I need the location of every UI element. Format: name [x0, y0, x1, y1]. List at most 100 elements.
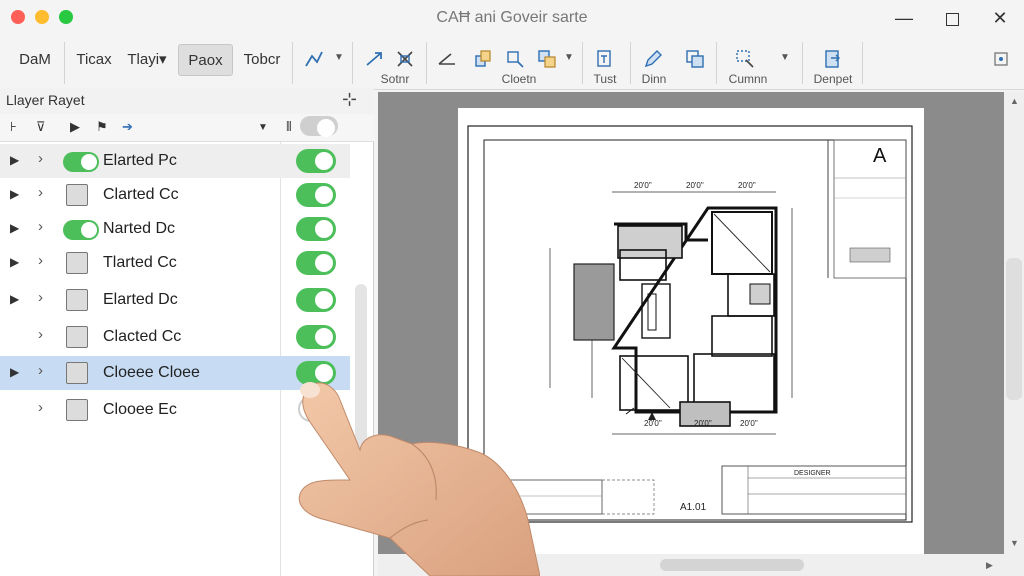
tab-tobcr[interactable]: Tobcr — [237, 44, 287, 76]
tab-paox[interactable]: Paox — [178, 44, 233, 76]
layer-row[interactable]: ▶ › Elarted Dc — [0, 283, 350, 317]
toolbar-separator — [582, 42, 583, 84]
play-icon[interactable]: ▶ — [10, 187, 19, 201]
viewcube-icon[interactable] — [990, 48, 1012, 70]
toolbar-separator — [352, 42, 353, 84]
toolbar-separator — [292, 42, 293, 84]
play-icon[interactable]: ▶ — [10, 255, 19, 269]
scroll-right-icon[interactable]: ▶ — [986, 560, 993, 571]
layer-name: Clacted Cc — [103, 328, 182, 345]
master-visibility-toggle[interactable] — [300, 116, 338, 137]
layer-state-icon[interactable]: ⚑ — [96, 119, 108, 135]
scroll-up-icon[interactable]: ▲ — [1010, 96, 1019, 106]
layer-panel-header: Llayer Rayet ⊹ — [0, 88, 374, 114]
tab-layer[interactable]: Tlayi▾ — [122, 44, 172, 76]
block-icon[interactable] — [536, 48, 558, 70]
layer-row[interactable]: ▶ › Clarted Cc — [0, 178, 350, 212]
chevron-right-icon[interactable]: › — [38, 252, 43, 269]
select-window-icon[interactable] — [734, 48, 756, 70]
duplicate-icon[interactable] — [684, 48, 706, 70]
layer-row[interactable]: ▶ › Narted Dc — [0, 212, 350, 246]
visibility-toggle[interactable] — [296, 325, 336, 349]
toolbar-separator — [630, 42, 631, 84]
scroll-down-icon[interactable]: ▼ — [1010, 538, 1019, 548]
chevron-right-icon[interactable]: › — [38, 218, 43, 235]
group-label-denpet: Denpet — [813, 72, 853, 86]
cad-app-window: CAĦ ani Goveir sarte — ✕ DaM Ticax Tlayi… — [0, 0, 1024, 576]
move-icon[interactable] — [504, 48, 526, 70]
layer-checkbox[interactable] — [66, 399, 88, 421]
hand-pointer-icon — [298, 382, 540, 576]
toolbar-separator — [64, 42, 65, 84]
columns-icon[interactable]: ⦀ — [286, 119, 292, 135]
minimize-button[interactable]: — — [884, 4, 924, 32]
trim-icon[interactable] — [394, 48, 416, 70]
maximize-button[interactable] — [932, 4, 972, 32]
filter-icon[interactable]: ⊽ — [36, 119, 46, 135]
svg-text:20'0": 20'0" — [738, 181, 756, 190]
chevron-down-icon[interactable]: ▼ — [334, 52, 344, 63]
layer-row[interactable]: ▶ › Tlarted Cc — [0, 246, 350, 280]
svg-text:20'0": 20'0" — [644, 419, 662, 428]
chevron-right-icon[interactable]: › — [38, 150, 43, 167]
layer-name: Clarted Cc — [103, 186, 179, 203]
layer-name: Cloeee Cloee — [103, 364, 200, 381]
toolbar-separator — [426, 42, 427, 84]
layer-name: Narted Dc — [103, 220, 176, 237]
toolbar-separator — [862, 42, 863, 84]
window-title: CAĦ ani Goveir sarte — [436, 9, 588, 26]
chevron-right-icon[interactable]: › — [38, 326, 43, 343]
tab-dam[interactable]: DaM — [10, 44, 60, 76]
layer-on-toggle[interactable] — [63, 220, 99, 240]
chevron-right-icon[interactable]: › — [38, 362, 43, 379]
chevron-down-icon[interactable]: ▼ — [564, 52, 574, 63]
play-icon[interactable]: ▶ — [10, 221, 19, 235]
chevron-right-icon[interactable]: › — [38, 289, 43, 306]
copy-icon[interactable] — [472, 48, 494, 70]
visibility-toggle[interactable] — [296, 149, 336, 173]
layer-on-toggle[interactable] — [63, 152, 99, 172]
chevron-right-icon[interactable]: › — [38, 184, 43, 201]
horizontal-scroll-thumb[interactable] — [660, 559, 804, 571]
visibility-toggle[interactable] — [296, 251, 336, 275]
toolbar-separator — [716, 42, 717, 84]
new-layer-icon[interactable]: ⊦ — [10, 119, 17, 135]
play-icon[interactable]: ▶ — [10, 153, 19, 167]
group-label-dinn: Dinn — [641, 72, 667, 86]
layer-checkbox[interactable] — [66, 326, 88, 348]
pencil-icon[interactable] — [642, 48, 664, 70]
visibility-toggle[interactable] — [296, 288, 336, 312]
angle-icon[interactable] — [436, 48, 458, 70]
chevron-down-icon[interactable]: ▼ — [780, 52, 790, 63]
visibility-toggle[interactable] — [296, 183, 336, 207]
export-icon[interactable] — [822, 48, 844, 70]
chevron-right-icon[interactable]: › — [38, 399, 43, 416]
layer-checkbox[interactable] — [66, 252, 88, 274]
group-label-cumnn: Cumnn — [728, 72, 768, 86]
layer-panel-tools: ⊦ ⊽ ▶ ⚑ ➔ ▼ ⦀ — [0, 114, 374, 142]
chevron-down-icon[interactable]: ▼ — [258, 122, 268, 133]
vertical-scroll-thumb[interactable] — [1006, 258, 1022, 400]
play-icon[interactable]: ▶ — [10, 292, 19, 306]
layer-checkbox[interactable] — [66, 289, 88, 311]
arrow-right-icon[interactable]: ➔ — [122, 119, 133, 135]
play-icon[interactable]: ▶ — [70, 119, 80, 135]
polyline-icon[interactable] — [303, 48, 325, 70]
visibility-toggle[interactable] — [296, 217, 336, 241]
canvas-vertical-scrollbar[interactable]: ▲ ▼ — [1004, 92, 1024, 554]
pin-icon[interactable]: ⊹ — [342, 89, 357, 110]
maximize-icon — [945, 12, 959, 26]
text-tool-icon[interactable] — [594, 48, 616, 70]
layer-checkbox[interactable] — [66, 184, 88, 206]
play-icon[interactable]: ▶ — [10, 365, 19, 379]
toolbar-separator — [802, 42, 803, 84]
close-button[interactable]: ✕ — [980, 4, 1020, 32]
layer-row[interactable]: ▶ › Elarted Pc — [0, 144, 350, 178]
layer-panel-title: Llayer Rayet — [6, 92, 85, 108]
arrow-tool-icon[interactable] — [364, 48, 386, 70]
svg-text:20'0": 20'0" — [634, 181, 652, 190]
layer-checkbox[interactable] — [66, 362, 88, 384]
layer-row[interactable]: › Clacted Cc — [0, 320, 350, 354]
tab-ticax[interactable]: Ticax — [70, 44, 118, 76]
title-block-name: DESIGNER — [794, 470, 831, 477]
